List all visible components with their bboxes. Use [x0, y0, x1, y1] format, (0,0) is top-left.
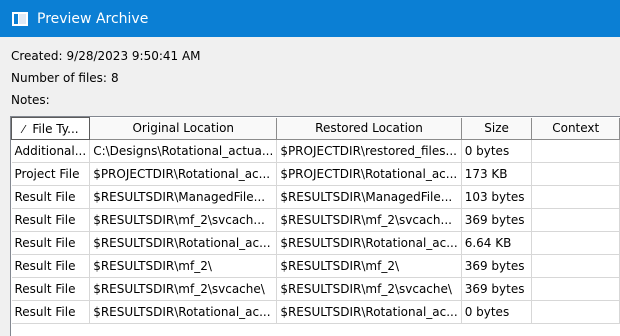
cell-context [531, 185, 620, 209]
file-count-label: Number of files: [11, 71, 107, 85]
column-header-original-location[interactable]: Original Location [89, 117, 278, 140]
cell-file-type: Additional... [11, 139, 91, 163]
cell-file-type: Result File [11, 185, 91, 209]
cell-file-type: Result File [11, 300, 91, 324]
cell-original-location: $RESULTSDIR\mf_2\svcache\ [89, 277, 278, 301]
cell-restored-location: $RESULTSDIR\ManagedFile... [276, 185, 462, 209]
cell-original-location: $RESULTSDIR\mf_2\ [89, 254, 278, 278]
table-header: ⁄ File Ty... Original Location Restored L… [11, 117, 620, 140]
cell-original-location: $RESULTSDIR\Rotational_ac... [89, 300, 278, 324]
cell-file-type: Result File [11, 208, 91, 232]
cell-size: 369 bytes [461, 254, 533, 278]
column-header-label: File Ty... [32, 121, 79, 136]
cell-original-location: $RESULTSDIR\mf_2\svcach... [89, 208, 278, 232]
cell-size: 103 bytes [461, 185, 533, 209]
table-row[interactable]: Result File $RESULTSDIR\mf_2\svcache\ $RES… [11, 277, 620, 301]
column-header-file-type[interactable]: ⁄ File Ty... [11, 117, 91, 140]
cell-restored-location: $PROJECTDIR\restored_files... [276, 139, 462, 163]
cell-context [531, 277, 620, 301]
cell-restored-location: $RESULTSDIR\mf_2\svcach... [276, 208, 462, 232]
window-icon [12, 11, 28, 26]
cell-context [531, 139, 620, 163]
cell-size: 173 KB [461, 162, 533, 186]
cell-restored-location: $RESULTSDIR\mf_2\svcache\ [276, 277, 462, 301]
table-row[interactable]: Result File $RESULTSDIR\mf_2\ $RESULTSDIR\… [11, 254, 620, 278]
cell-size: 0 bytes [461, 300, 533, 324]
cell-original-location: $RESULTSDIR\Rotational_ac... [89, 231, 278, 255]
sort-indicator-icon: ⁄ [22, 122, 25, 136]
column-header-context[interactable]: Context [531, 117, 620, 140]
column-header-size[interactable]: Size [461, 117, 533, 140]
cell-size: 369 bytes [461, 208, 533, 232]
cell-restored-location: $RESULTSDIR\Rotational_ac... [276, 231, 462, 255]
cell-context [531, 254, 620, 278]
table-row[interactable]: Result File $RESULTSDIR\Rotational_ac... $… [11, 231, 620, 255]
cell-restored-location: $RESULTSDIR\mf_2\ [276, 254, 462, 278]
notes-label: Notes: [11, 93, 50, 107]
created-label: Created: [11, 49, 63, 63]
cell-size: 0 bytes [461, 139, 533, 163]
cell-restored-location: $RESULTSDIR\Rotational_ac... [276, 300, 462, 324]
cell-context [531, 162, 620, 186]
column-header-restored-location[interactable]: Restored Location [276, 117, 462, 140]
cell-original-location: C:\Designs\Rotational_actua... [89, 139, 278, 163]
cell-restored-location: $PROJECTDIR\Rotational_ac... [276, 162, 462, 186]
file-count-value: 8 [110, 71, 119, 85]
cell-context [531, 231, 620, 255]
cell-file-type: Result File [11, 231, 91, 255]
table-row[interactable]: Result File $RESULTSDIR\mf_2\svcach... $RE… [11, 208, 620, 232]
notes-row: Notes: [11, 93, 50, 107]
cell-size: 369 bytes [461, 277, 533, 301]
table-row[interactable]: Result File $RESULTSDIR\Rotational_ac... $… [11, 300, 620, 324]
cell-original-location: $RESULTSDIR\ManagedFile... [89, 185, 278, 209]
cell-original-location: $PROJECTDIR\Rotational_ac... [89, 162, 278, 186]
cell-file-type: Result File [11, 277, 91, 301]
cell-file-type: Result File [11, 254, 91, 278]
table-row[interactable]: Result File $RESULTSDIR\ManagedFile... $RE… [11, 185, 620, 209]
file-count-row: Number of files: 8 [11, 71, 119, 85]
cell-context [531, 300, 620, 324]
file-table: ⁄ File Ty... Original Location Restored L… [11, 117, 620, 324]
table-row[interactable]: Project File $PROJECTDIR\Rotational_ac...… [11, 162, 620, 186]
cell-size: 6.64 KB [461, 231, 533, 255]
created-value: 9/28/2023 9:50:41 AM [66, 49, 201, 63]
cell-file-type: Project File [11, 162, 91, 186]
file-list[interactable]: ⁄ File Ty... Original Location Restored L… [10, 116, 620, 336]
window-title: Preview Archive [37, 10, 149, 27]
title-bar[interactable]: Preview Archive [0, 0, 620, 37]
cell-context [531, 208, 620, 232]
table-row[interactable]: Additional... C:\Designs\Rotational_actua… [11, 139, 620, 163]
created-row: Created: 9/28/2023 9:50:41 AM [11, 49, 201, 63]
